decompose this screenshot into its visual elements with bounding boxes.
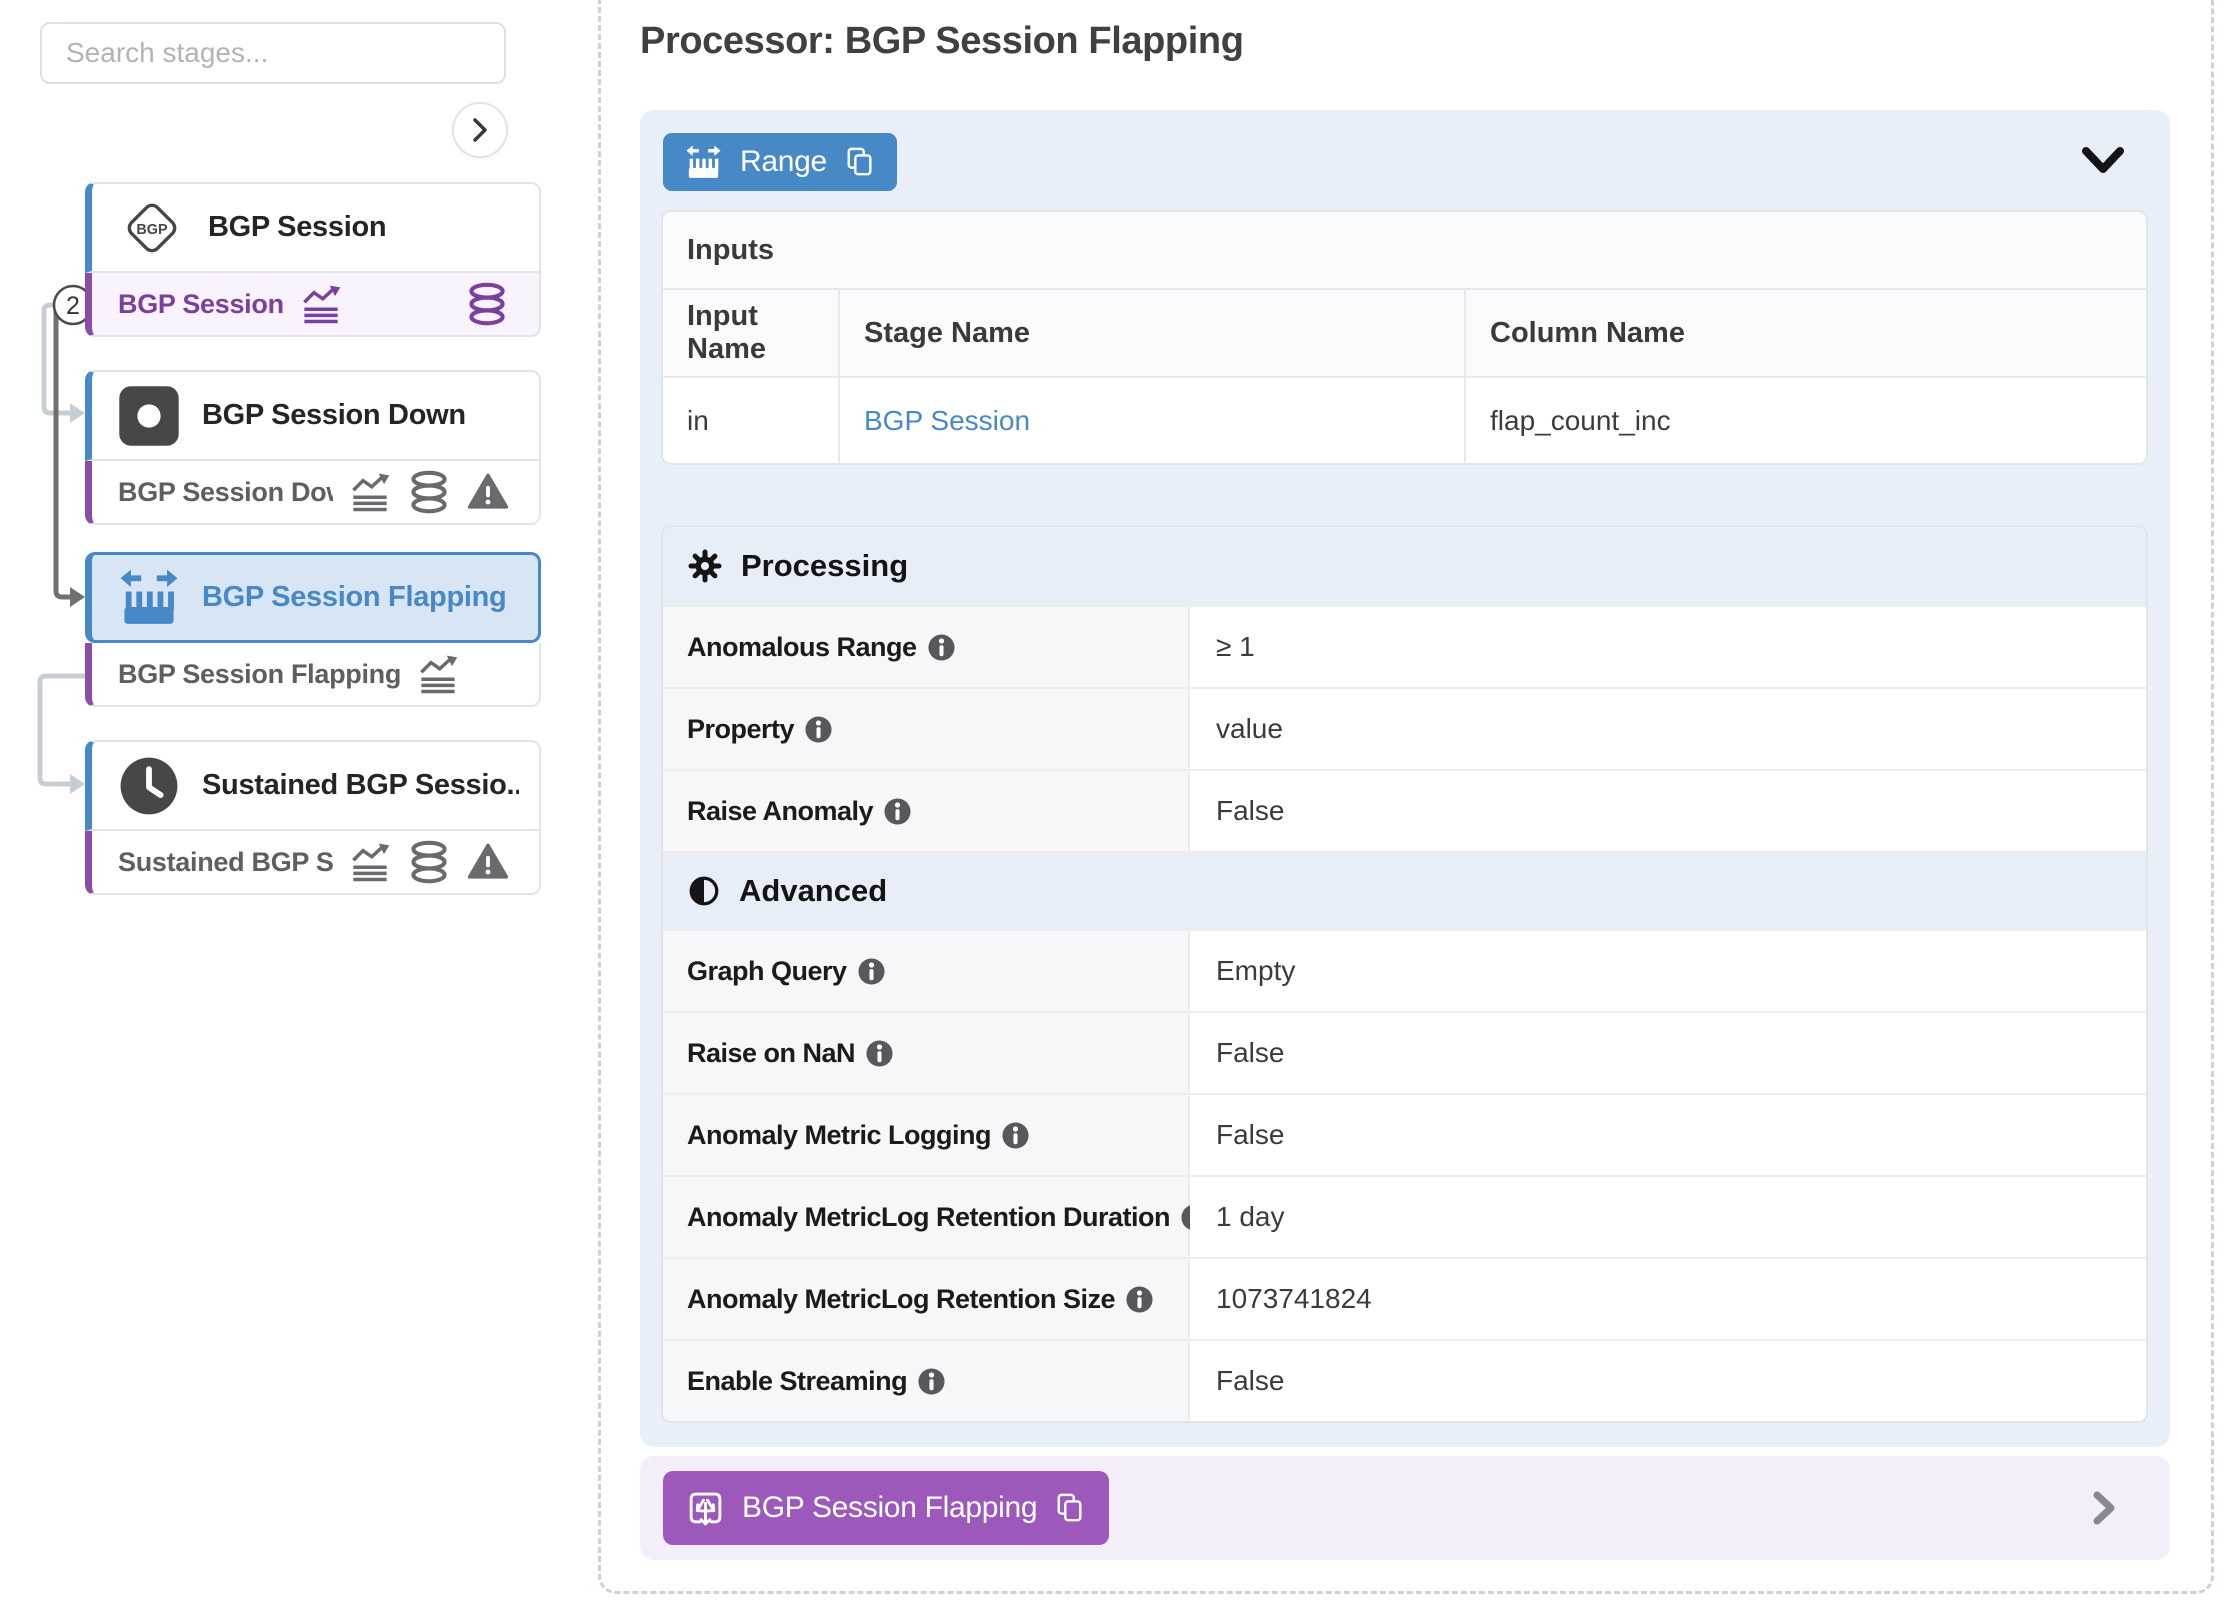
config-row-raise-anomaly: Raise Anomaly False xyxy=(663,769,2146,851)
input-name-value: in xyxy=(663,378,840,463)
processor-panel: Range Inputs Input Name Stage Name Colum… xyxy=(640,110,2170,1447)
stage-output-label: BGP Session Down xyxy=(118,477,333,508)
info-icon[interactable] xyxy=(857,957,886,986)
column-name-value: flap_count_inc xyxy=(1466,378,2146,463)
half-circle-icon xyxy=(687,874,721,908)
processing-section-header: Processing xyxy=(663,527,2146,605)
inputs-table-title: Inputs xyxy=(663,212,2146,290)
advanced-section-header: Advanced xyxy=(663,851,2146,929)
stage-title: BGP Session Flapping xyxy=(202,581,506,614)
metrics-chart-icon xyxy=(417,653,459,695)
metrics-chart-icon xyxy=(300,283,342,325)
metrics-chart-icon xyxy=(349,841,391,883)
svg-text:2: 2 xyxy=(66,292,80,320)
stage-output-label: BGP Session Flapping xyxy=(118,659,401,690)
config-row-anomaly-metriclog-retention-size: Anomaly MetricLog Retention Size 1073741… xyxy=(663,1257,2146,1339)
config-row-anomalous-range: Anomalous Range ≥ 1 xyxy=(663,605,2146,687)
stage-output-label: BGP Session xyxy=(118,289,284,320)
range-stage-button[interactable]: Range xyxy=(663,133,897,191)
chevron-right-icon xyxy=(2090,1488,2118,1528)
bgp-diamond-icon: BGP xyxy=(118,194,186,262)
info-icon[interactable] xyxy=(883,797,912,826)
stage-title: BGP Session Down xyxy=(202,399,466,432)
column-header-column-name: Column Name xyxy=(1466,290,2146,376)
svg-text:BGP: BGP xyxy=(136,221,168,237)
stage-bgp-session-down[interactable]: BGP Session Down xyxy=(85,370,541,461)
info-icon[interactable] xyxy=(917,1367,946,1396)
info-icon[interactable] xyxy=(804,715,833,744)
info-icon[interactable] xyxy=(1001,1121,1030,1150)
config-row-raise-on-nan: Raise on NaN False xyxy=(663,1011,2146,1093)
stage-title: BGP Session xyxy=(208,211,386,244)
page-title: Processor: BGP Session Flapping xyxy=(640,20,1244,63)
warning-triangle-icon xyxy=(467,471,509,513)
config-row-property: Property value xyxy=(663,687,2146,769)
info-icon[interactable] xyxy=(1125,1285,1154,1314)
range-icon xyxy=(685,144,722,181)
stage-name-link[interactable]: BGP Session xyxy=(864,405,1030,437)
stage-output-bgp-session[interactable]: BGP Session xyxy=(85,273,541,337)
config-row-anomaly-metric-logging: Anomaly Metric Logging False xyxy=(663,1093,2146,1175)
table-row: in BGP Session flap_count_inc xyxy=(663,378,2146,463)
metric-panel: BGP Session Flapping xyxy=(640,1456,2170,1560)
stage-card-bgp-session-flapping: BGP Session Flapping BGP Session Flappin… xyxy=(85,552,541,707)
database-icon xyxy=(407,470,451,514)
warning-triangle-icon xyxy=(467,841,509,883)
inputs-table-header: Input Name Stage Name Column Name xyxy=(663,290,2146,378)
stage-bgp-session-flapping[interactable]: BGP Session Flapping xyxy=(85,552,541,643)
database-icon xyxy=(407,840,451,884)
sink-arrows-icon xyxy=(687,1490,724,1527)
expand-metric-button[interactable] xyxy=(2090,1488,2118,1528)
bgp-session-flapping-metric-button[interactable]: BGP Session Flapping xyxy=(663,1471,1109,1545)
info-icon[interactable] xyxy=(865,1039,894,1068)
config-row-graph-query: Graph Query Empty xyxy=(663,929,2146,1011)
stage-bgp-session[interactable]: BGP BGP Session xyxy=(85,182,541,273)
metrics-chart-icon xyxy=(349,471,391,513)
stage-card-bgp-session: BGP BGP Session BGP Session xyxy=(85,182,541,337)
gear-icon xyxy=(687,548,723,584)
stage-output-sustained-bgp-session[interactable]: Sustained BGP Sessio... xyxy=(85,831,541,895)
stage-title: Sustained BGP Sessio... xyxy=(202,769,519,802)
stop-square-icon xyxy=(118,385,180,447)
clock-icon xyxy=(118,755,180,817)
processor-config: Processing Anomalous Range ≥ 1 Property … xyxy=(661,525,2148,1423)
stage-output-bgp-session-down[interactable]: BGP Session Down xyxy=(85,461,541,525)
chevron-down-icon xyxy=(2080,144,2126,176)
column-header-stage-name: Stage Name xyxy=(840,290,1466,376)
collapse-panel-button[interactable] xyxy=(2080,144,2126,176)
copy-icon[interactable] xyxy=(845,146,875,178)
stage-sustained-bgp-session[interactable]: Sustained BGP Sessio... xyxy=(85,740,541,831)
stage-output-bgp-session-flapping[interactable]: BGP Session Flapping xyxy=(85,643,541,707)
copy-icon[interactable] xyxy=(1055,1492,1085,1524)
stage-card-bgp-session-down: BGP Session Down BGP Session Down xyxy=(85,370,541,525)
range-icon xyxy=(118,567,180,629)
stage-card-sustained-bgp-session: Sustained BGP Sessio... Sustained BGP Se… xyxy=(85,740,541,895)
config-row-enable-streaming: Enable Streaming False xyxy=(663,1339,2146,1421)
info-icon[interactable] xyxy=(927,633,956,662)
inputs-table: Inputs Input Name Stage Name Column Name… xyxy=(661,210,2148,465)
database-icon xyxy=(465,282,509,326)
stage-output-label: Sustained BGP Sessio... xyxy=(118,847,333,878)
pipeline-editor: 2 BGP BGP Session BGP Session xyxy=(0,0,2228,1606)
column-header-input-name: Input Name xyxy=(663,290,840,376)
config-row-anomaly-metriclog-retention-duration: Anomaly MetricLog Retention Duration 1 d… xyxy=(663,1175,2146,1257)
